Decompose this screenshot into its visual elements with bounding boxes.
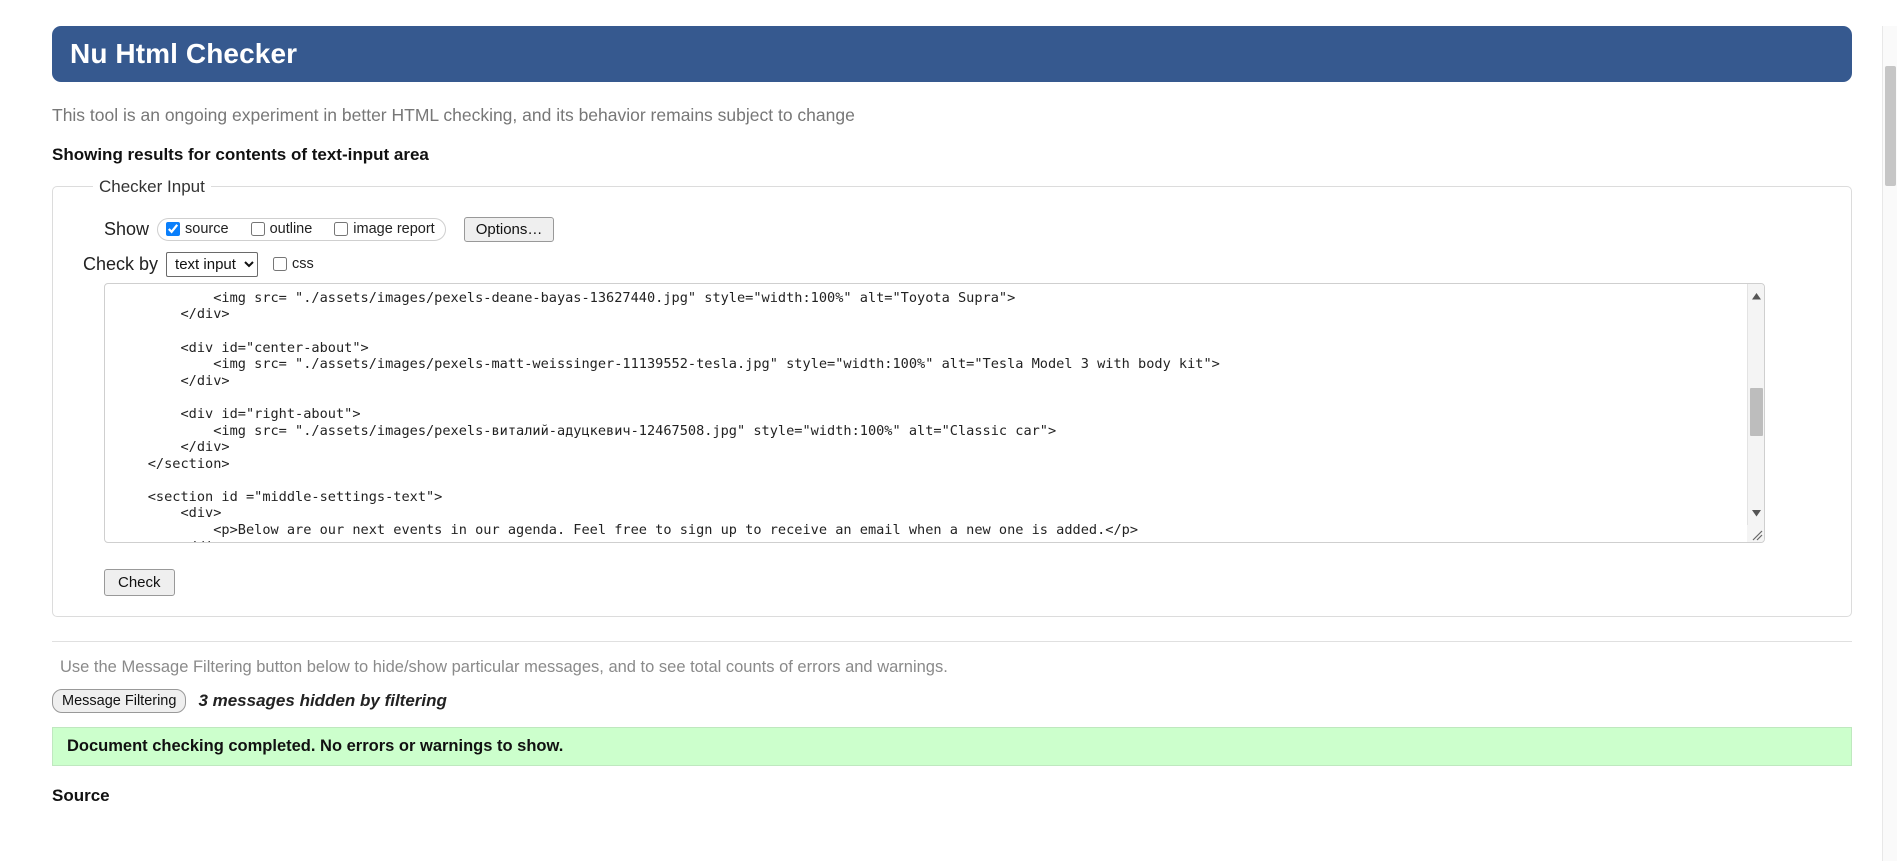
check-by-select[interactable]: text input bbox=[166, 251, 259, 277]
outline-checkbox[interactable] bbox=[250, 221, 265, 236]
filtering-row: Message Filtering 3 messages hidden by f… bbox=[52, 688, 1897, 713]
status-banner: Document checking completed. No errors o… bbox=[52, 726, 1852, 766]
resize-grip-icon[interactable] bbox=[1747, 524, 1764, 542]
textarea-scrollbar[interactable] bbox=[1747, 283, 1765, 542]
intro-text: This tool is an ongoing experiment in be… bbox=[52, 105, 855, 125]
show-label: Show bbox=[104, 218, 150, 239]
scroll-up-arrow-icon[interactable] bbox=[1748, 288, 1765, 305]
check-by-row: Check by text input css bbox=[75, 251, 1829, 277]
source-checkbox-label: source bbox=[185, 220, 229, 237]
section-divider bbox=[52, 640, 1852, 642]
source-heading: Source bbox=[52, 785, 110, 805]
source-textarea-wrap: <img src= "./assets/images/pexels-deane-… bbox=[104, 282, 1765, 543]
css-checkbox-label: css bbox=[292, 256, 314, 273]
show-options-group: source outline image report bbox=[157, 217, 446, 241]
source-textarea[interactable]: <img src= "./assets/images/pexels-deane-… bbox=[104, 282, 1765, 543]
show-option-image-report[interactable]: image report bbox=[334, 220, 435, 237]
scroll-down-arrow-icon[interactable] bbox=[1748, 505, 1765, 522]
source-checkbox[interactable] bbox=[166, 221, 181, 236]
page-scrollbar-thumb[interactable] bbox=[1885, 66, 1896, 186]
scrollbar-thumb[interactable] bbox=[1750, 387, 1763, 436]
check-by-label: Check by bbox=[83, 253, 159, 274]
image-report-checkbox-label: image report bbox=[353, 220, 435, 237]
page-title: Nu Html Checker bbox=[70, 38, 298, 69]
css-checkbox[interactable] bbox=[273, 257, 288, 272]
checker-input-legend: Checker Input bbox=[99, 176, 205, 196]
page-root: Nu Html Checker This tool is an ongoing … bbox=[0, 26, 1897, 861]
show-option-outline[interactable]: outline bbox=[250, 220, 313, 237]
show-row: Show source outline image report Options… bbox=[75, 216, 1829, 242]
site-header: Nu Html Checker bbox=[52, 26, 1852, 82]
check-button[interactable]: Check bbox=[104, 568, 175, 596]
message-filtering-button[interactable]: Message Filtering bbox=[52, 688, 187, 713]
filtering-note: Use the Message Filtering button below t… bbox=[60, 657, 948, 676]
options-button[interactable]: Options… bbox=[463, 216, 555, 242]
css-checkbox-wrap[interactable]: css bbox=[273, 256, 314, 272]
checker-input-fieldset: Checker Input Show source outline image … bbox=[52, 176, 1852, 617]
hidden-messages-count: 3 messages hidden by filtering bbox=[198, 690, 447, 710]
image-report-checkbox[interactable] bbox=[334, 221, 349, 236]
results-heading: Showing results for contents of text-inp… bbox=[52, 144, 429, 164]
page-scrollbar[interactable] bbox=[1882, 26, 1897, 861]
show-option-source[interactable]: source bbox=[166, 221, 229, 237]
outline-checkbox-label: outline bbox=[269, 220, 313, 237]
